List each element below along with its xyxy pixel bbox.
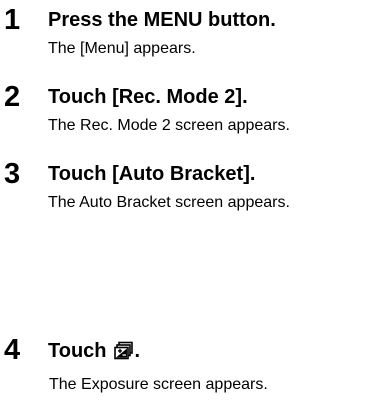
step-2: 2 Touch [Rec. Mode 2]. The Rec. Mode 2 s… (0, 81, 376, 143)
step-number: 4 (4, 334, 21, 366)
step-title-text: Touch (48, 340, 107, 362)
step-description: The Rec. Mode 2 screen appears. (48, 117, 290, 134)
step-title-period: . (134, 340, 141, 362)
step-description: The [Menu] appears. (48, 40, 196, 57)
step-number: 3 (4, 158, 21, 190)
step-3: 3 Touch [Auto Bracket]. The Auto Bracket… (0, 158, 376, 220)
step-description: The Auto Bracket screen appears. (48, 194, 290, 211)
step-1: 1 Press the MENU button. The [Menu] appe… (0, 4, 376, 66)
step-4: 4 Touch . The Exposure screen appears. (0, 334, 376, 396)
exposure-bracket-icon (113, 341, 134, 361)
step-title: Press the MENU button. (48, 9, 276, 31)
step-description: The Exposure screen appears. (49, 376, 268, 393)
step-title: Touch [Auto Bracket]. (48, 163, 256, 185)
step-title: Touch . (48, 339, 140, 363)
step-number: 2 (4, 81, 21, 113)
step-title: Touch [Rec. Mode 2]. (48, 86, 248, 108)
step-number: 1 (4, 4, 21, 36)
